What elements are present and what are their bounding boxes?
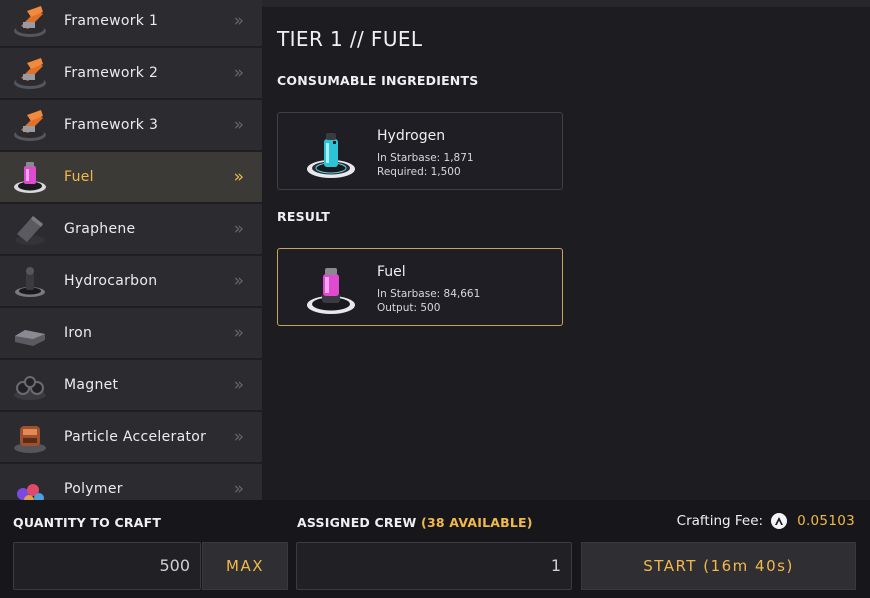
- sidebar-item-framework-2[interactable]: Framework 2 »: [0, 48, 262, 100]
- crew-input[interactable]: 1: [296, 542, 572, 590]
- page-title: TIER 1 // FUEL: [277, 27, 423, 51]
- fee-label: Crafting Fee:: [676, 513, 764, 529]
- sidebar-item-label: Iron: [64, 325, 93, 341]
- sidebar-item-framework-3[interactable]: Framework 3 »: [0, 100, 262, 152]
- sidebar-item-label: Framework 3: [64, 117, 159, 133]
- sidebar-item-label: Polymer: [64, 481, 123, 497]
- result-output: Output: 500: [377, 302, 441, 314]
- hydrocarbon-icon: [11, 262, 49, 300]
- recipe-list: Framework 1 » Framework 2 » Framework 3 …: [0, 0, 262, 500]
- chevron-right-icon: »: [233, 427, 244, 447]
- result-in-starbase: In Starbase: 84,661: [377, 288, 481, 300]
- recipe-sidebar: Framework 1 » Framework 2 » Framework 3 …: [0, 0, 262, 500]
- chevron-right-icon: »: [233, 63, 244, 83]
- sidebar-item-magnet[interactable]: Magnet »: [0, 360, 262, 412]
- chevron-right-icon: »: [233, 479, 244, 499]
- sidebar-item-label: Particle Accelerator: [64, 429, 207, 445]
- polymer-icon: [11, 470, 49, 500]
- ingredients-heading: CONSUMABLE INGREDIENTS: [277, 73, 479, 88]
- framework-icon: [11, 54, 49, 92]
- max-button[interactable]: MAX: [202, 542, 288, 590]
- fuel-icon: [11, 158, 49, 196]
- chevron-right-icon: »: [233, 219, 244, 239]
- hydrogen-icon: [304, 127, 358, 181]
- sidebar-item-label: Hydrocarbon: [64, 273, 158, 289]
- crew-label: ASSIGNED CREW: [297, 515, 417, 530]
- ingredient-required: Required: 1,500: [377, 166, 461, 178]
- sidebar-item-polymer[interactable]: Polymer »: [0, 464, 262, 500]
- iron-icon: [11, 314, 49, 352]
- chevron-right-icon: »: [233, 11, 244, 31]
- result-card-fuel: Fuel In Starbase: 84,661 Output: 500: [277, 248, 563, 326]
- crew-label-row: ASSIGNED CREW (38 AVAILABLE): [297, 515, 533, 530]
- start-craft-button[interactable]: START (16m 40s): [581, 542, 856, 590]
- chevron-right-icon: »: [233, 323, 244, 343]
- chevron-right-icon: »: [233, 271, 244, 291]
- chevron-right-icon: »: [233, 115, 244, 135]
- ingredient-name: Hydrogen: [377, 128, 446, 144]
- framework-icon: [11, 2, 49, 40]
- sidebar-item-label: Fuel: [64, 169, 94, 185]
- sidebar-item-label: Graphene: [64, 221, 136, 237]
- sidebar-item-particle-accelerator[interactable]: Particle Accelerator »: [0, 412, 262, 464]
- fuel-icon: [304, 263, 358, 317]
- framework-icon: [11, 106, 49, 144]
- sidebar-item-label: Magnet: [64, 377, 119, 393]
- sidebar-item-label: Framework 1: [64, 13, 159, 29]
- ingredient-in-starbase: In Starbase: 1,871: [377, 152, 474, 164]
- quantity-input[interactable]: 500: [13, 542, 201, 590]
- graphene-icon: [11, 210, 49, 248]
- sidebar-item-fuel[interactable]: Fuel »: [0, 152, 262, 204]
- atlas-token-icon: [771, 513, 788, 529]
- result-heading: RESULT: [277, 209, 330, 224]
- chevron-right-icon: »: [233, 375, 244, 395]
- sidebar-item-framework-1[interactable]: Framework 1 »: [0, 0, 262, 48]
- recipe-detail-panel: TIER 1 // FUEL CONSUMABLE INGREDIENTS Hy…: [262, 7, 870, 500]
- ingredient-card-hydrogen: Hydrogen In Starbase: 1,871 Required: 1,…: [277, 112, 563, 190]
- quantity-label: QUANTITY TO CRAFT: [13, 515, 162, 530]
- chevron-right-icon: »: [233, 167, 244, 187]
- crafting-fee: Crafting Fee: 0.05103: [677, 513, 855, 529]
- fee-value: 0.05103: [797, 513, 855, 529]
- sidebar-item-label: Framework 2: [64, 65, 159, 81]
- sidebar-item-iron[interactable]: Iron »: [0, 308, 262, 360]
- particle-accelerator-icon: [11, 418, 49, 456]
- sidebar-item-hydrocarbon[interactable]: Hydrocarbon »: [0, 256, 262, 308]
- magnet-icon: [11, 366, 49, 404]
- crew-available: (38 AVAILABLE): [421, 515, 533, 530]
- result-name: Fuel: [377, 264, 406, 280]
- sidebar-item-graphene[interactable]: Graphene »: [0, 204, 262, 256]
- craft-controls: QUANTITY TO CRAFT ASSIGNED CREW (38 AVAI…: [0, 500, 870, 598]
